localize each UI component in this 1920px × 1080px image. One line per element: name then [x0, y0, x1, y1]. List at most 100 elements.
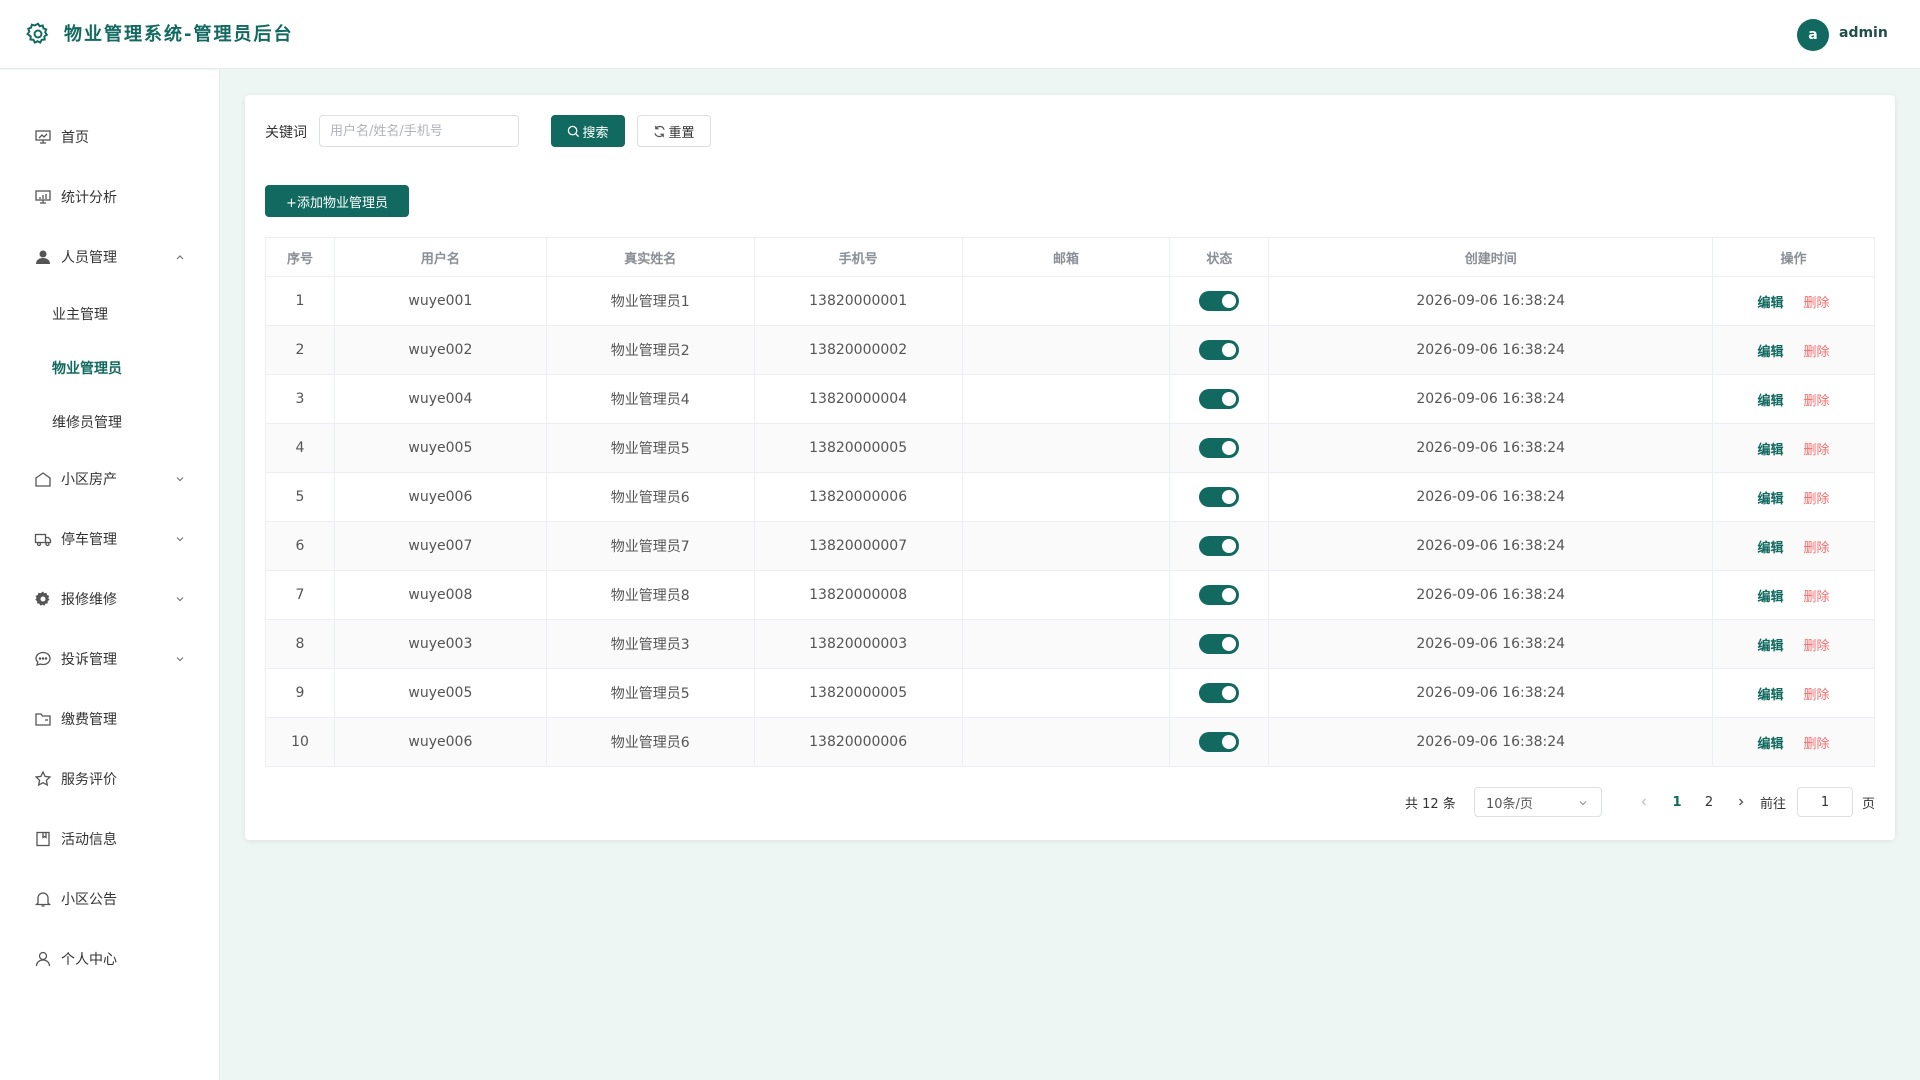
sidebar-item-parking[interactable]: 停车管理	[0, 519, 220, 559]
sidebar-item-personnel[interactable]: 人员管理	[0, 237, 220, 277]
delete-button[interactable]: 删除	[1804, 492, 1830, 507]
status-toggle[interactable]	[1199, 291, 1240, 311]
cell-actions: 编辑 删除	[1712, 717, 1875, 767]
edit-button[interactable]: 编辑	[1758, 296, 1784, 311]
sidebar-item-repairs[interactable]: 报修维修	[0, 579, 220, 619]
sidebar-item-profile[interactable]: 个人中心	[0, 939, 220, 979]
status-toggle[interactable]	[1199, 634, 1240, 654]
status-toggle[interactable]	[1199, 585, 1240, 605]
cell-index: 4	[265, 423, 335, 473]
sidebar-item-announcements[interactable]: 小区公告	[0, 879, 220, 919]
edit-button[interactable]: 编辑	[1758, 492, 1784, 507]
dashboard-icon	[35, 130, 51, 144]
search-button[interactable]: 搜索	[551, 115, 625, 147]
edit-button[interactable]: 编辑	[1758, 590, 1784, 605]
status-toggle[interactable]	[1199, 683, 1240, 703]
cell-email	[961, 374, 1171, 424]
table-row: 1 wuye001 物业管理员1 13820000001 2026-09-06 16:3…	[265, 276, 1875, 326]
cell-actions: 编辑 删除	[1712, 325, 1875, 375]
delete-button[interactable]: 删除	[1804, 296, 1830, 311]
cell-email	[961, 717, 1171, 767]
cell-email	[961, 521, 1171, 571]
page-button-2[interactable]: 2	[1695, 787, 1723, 817]
sidebar-item-home[interactable]: 首页	[0, 117, 220, 157]
status-toggle[interactable]	[1199, 536, 1240, 556]
username[interactable]: admin	[1839, 25, 1888, 41]
column-header-actions: 操作	[1712, 237, 1875, 277]
edit-button[interactable]: 编辑	[1758, 688, 1784, 703]
sidebar-item-statistics[interactable]: 统计分析	[0, 177, 220, 217]
cell-phone: 13820000005	[753, 668, 963, 718]
sidebar-item-label: 小区公告	[61, 892, 117, 908]
edit-button[interactable]: 编辑	[1758, 345, 1784, 360]
cell-created: 2026-09-06 16:38:24	[1268, 325, 1714, 375]
keyword-label: 关键词	[265, 125, 307, 141]
sidebar-item-complaints[interactable]: 投诉管理	[0, 639, 220, 679]
table-row: 10 wuye006 物业管理员6 13820000006 2026-09-06 16:…	[265, 717, 1875, 767]
avatar[interactable]: a	[1797, 19, 1829, 51]
delete-button[interactable]: 删除	[1804, 394, 1830, 409]
cell-status	[1169, 570, 1270, 620]
next-page-button[interactable]	[1727, 787, 1755, 817]
cell-phone: 13820000006	[753, 472, 963, 522]
sidebar-item-label: 服务评价	[61, 772, 117, 788]
cell-email	[961, 325, 1171, 375]
cell-actions: 编辑 删除	[1712, 521, 1875, 571]
status-toggle[interactable]	[1199, 732, 1240, 752]
cell-index: 7	[265, 570, 335, 620]
cell-username: wuye006	[333, 717, 547, 767]
column-header-created: 创建时间	[1268, 237, 1714, 277]
page-size-value: 10条/页	[1486, 796, 1533, 812]
delete-button[interactable]: 删除	[1804, 345, 1830, 360]
sidebar: 首页 统计分析 人员管理 业主管理 物业管理员 维修员管理 小区房产 停车管理 …	[0, 70, 220, 1080]
edit-button[interactable]: 编辑	[1758, 541, 1784, 556]
star-icon	[34, 770, 52, 787]
sidebar-item-housing[interactable]: 小区房产	[0, 459, 220, 499]
cell-status	[1169, 325, 1270, 375]
page-button-1[interactable]: 1	[1663, 787, 1691, 817]
chat-icon	[35, 651, 51, 666]
delete-button[interactable]: 删除	[1804, 688, 1830, 703]
search-input[interactable]	[319, 115, 519, 147]
cell-status	[1169, 668, 1270, 718]
cell-username: wuye004	[333, 374, 547, 424]
reset-button-label: 重置	[668, 125, 695, 141]
sidebar-item-label: 投诉管理	[61, 652, 117, 668]
cell-email	[961, 668, 1171, 718]
sidebar-subitem-property-managers[interactable]: 物业管理员	[0, 348, 220, 388]
cell-index: 9	[265, 668, 335, 718]
reset-button[interactable]: 重置	[637, 115, 711, 147]
sidebar-subitem-owners[interactable]: 业主管理	[0, 294, 220, 334]
sidebar-item-service-rating[interactable]: 服务评价	[0, 759, 220, 799]
edit-button[interactable]: 编辑	[1758, 443, 1784, 458]
table-row: 5 wuye006 物业管理员6 13820000006 2026-09-06 16:3…	[265, 472, 1875, 522]
user-filled-icon	[36, 250, 50, 264]
cell-actions: 编辑 删除	[1712, 276, 1875, 326]
status-toggle[interactable]	[1199, 389, 1240, 409]
cell-status	[1169, 472, 1270, 522]
cell-actions: 编辑 删除	[1712, 668, 1875, 718]
sidebar-subitem-label: 业主管理	[52, 307, 108, 323]
sidebar-subitem-repairers[interactable]: 维修员管理	[0, 402, 220, 442]
sidebar-item-payments[interactable]: 缴费管理	[0, 699, 220, 739]
delete-button[interactable]: 删除	[1804, 737, 1830, 752]
cell-username: wuye005	[333, 668, 547, 718]
edit-button[interactable]: 编辑	[1758, 737, 1784, 752]
status-toggle[interactable]	[1199, 438, 1240, 458]
top-bar: 物业管理系统-管理员后台 a admin	[0, 0, 1920, 69]
cell-status	[1169, 276, 1270, 326]
chart-icon	[35, 190, 51, 204]
delete-button[interactable]: 删除	[1804, 443, 1830, 458]
edit-button[interactable]: 编辑	[1758, 639, 1784, 654]
delete-button[interactable]: 删除	[1804, 541, 1830, 556]
goto-page-input[interactable]	[1797, 787, 1853, 817]
delete-button[interactable]: 删除	[1804, 639, 1830, 654]
status-toggle[interactable]	[1199, 340, 1240, 360]
add-property-manager-button[interactable]: +添加物业管理员	[265, 185, 409, 217]
prev-page-button[interactable]	[1630, 787, 1658, 817]
page-size-select[interactable]: 10条/页	[1474, 787, 1602, 817]
delete-button[interactable]: 删除	[1804, 590, 1830, 605]
edit-button[interactable]: 编辑	[1758, 394, 1784, 409]
status-toggle[interactable]	[1199, 487, 1240, 507]
sidebar-item-activities[interactable]: 活动信息	[0, 819, 220, 859]
